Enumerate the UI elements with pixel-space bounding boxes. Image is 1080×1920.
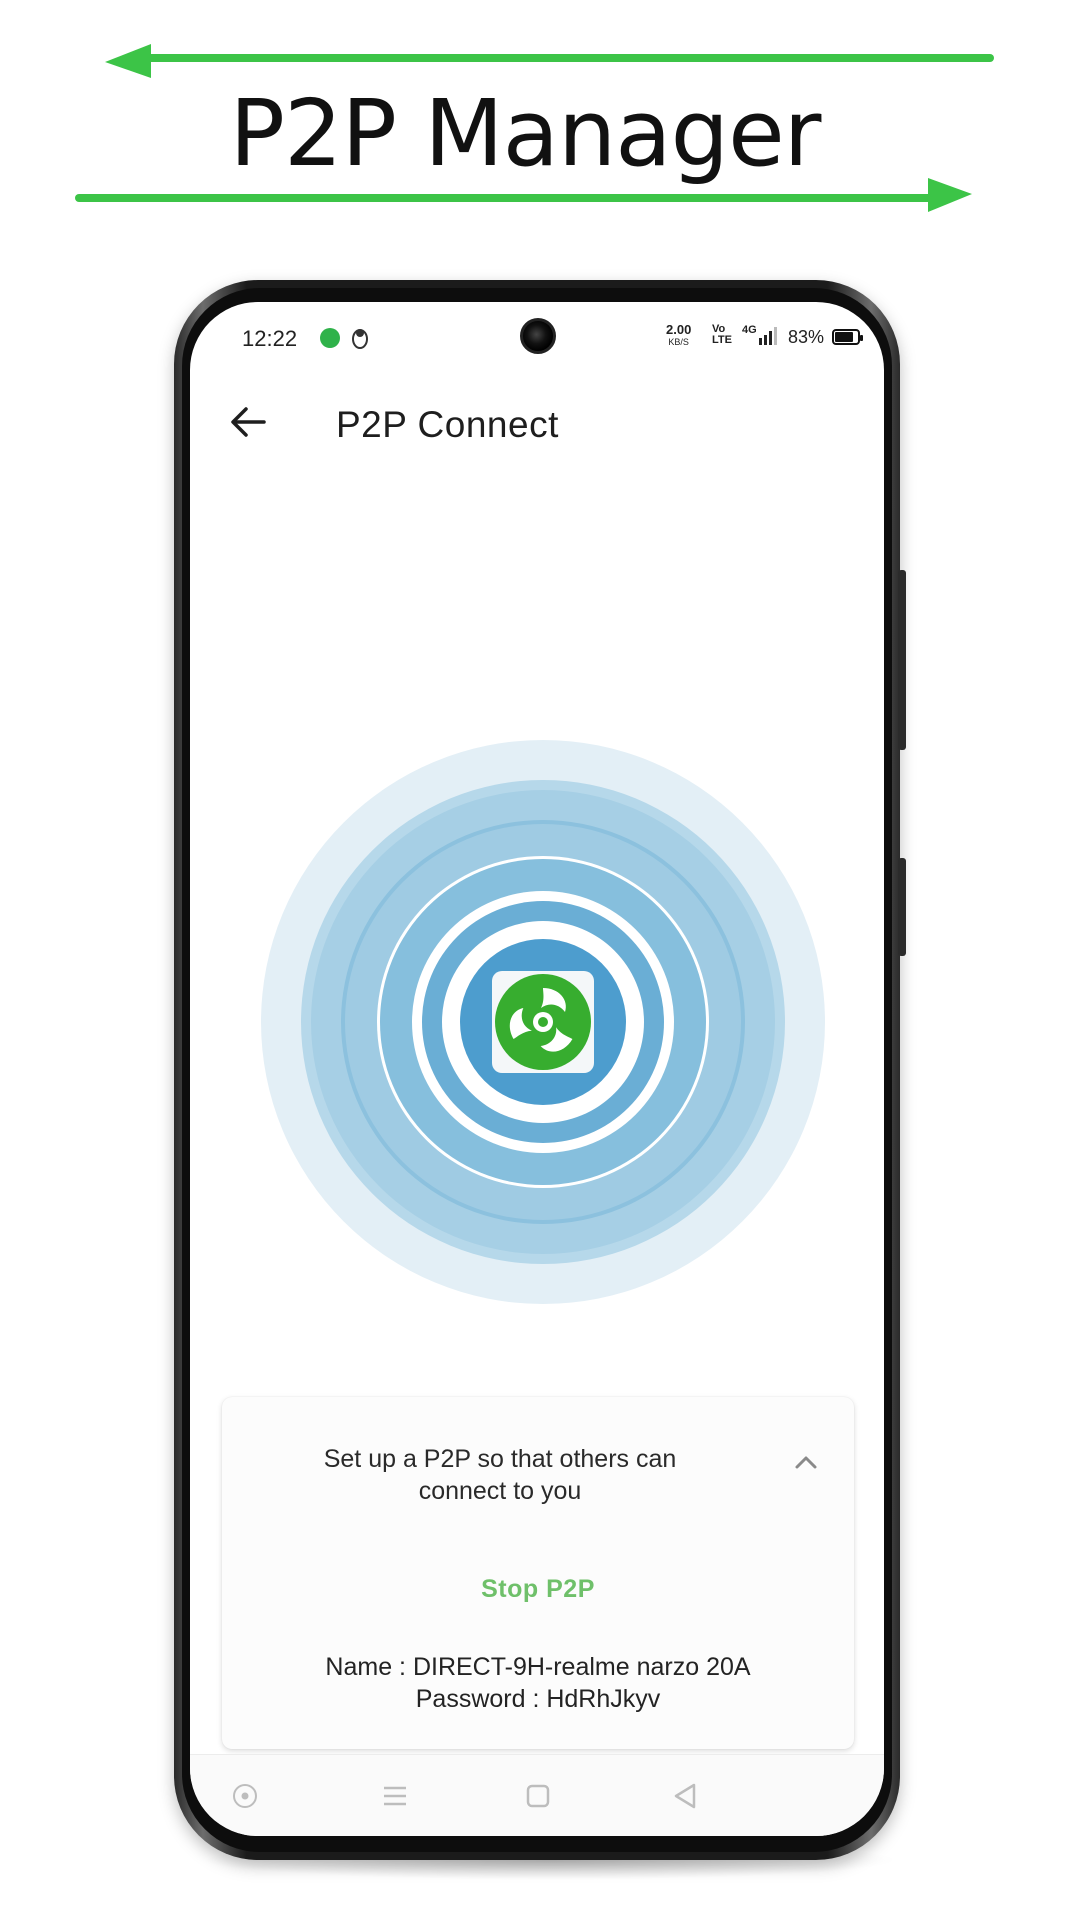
back-arrow-icon[interactable] (226, 400, 270, 444)
volte-badge: Vo LTE (712, 324, 732, 346)
phone-frame: 12:22 2.00 KB/S Vo LTE 4G 83% P2P Connec… (174, 280, 906, 1860)
network-speed-unit: KB/S (668, 337, 689, 347)
menu-icon[interactable] (380, 1781, 410, 1811)
page-title: P2P Connect (336, 404, 559, 445)
network-name: Name : DIRECT-9H-realme narzo 20A (325, 1653, 751, 1681)
phone-screen: 12:22 2.00 KB/S Vo LTE 4G 83% P2P Connec… (190, 302, 884, 1836)
network-speed-value: 2.00 (666, 322, 692, 337)
battery-percent: 83% (788, 327, 825, 347)
back-triangle-icon[interactable] (670, 1781, 700, 1811)
battery-icon (832, 329, 863, 345)
app-notification-icon (320, 328, 340, 348)
card-description: Set up a P2P so that others can connect … (262, 1443, 738, 1507)
penguin-icon (352, 329, 368, 349)
network-password: Password : HdRhJkyv (415, 1685, 661, 1713)
swirl-logo-icon (509, 988, 573, 1052)
p2p-radar-animation (261, 740, 825, 1304)
card-description-line: connect to you (418, 1477, 582, 1505)
p2p-setup-card: Set up a P2P so that others can connect … (222, 1397, 854, 1749)
stop-p2p-button[interactable]: Stop P2P (438, 1567, 638, 1611)
network-speed: 2.00 KB/S (666, 322, 692, 348)
connection-info: Name : DIRECT-9H-realme narzo 20A Passwo… (222, 1651, 854, 1715)
volume-button (898, 858, 906, 956)
home-square-icon[interactable] (523, 1781, 553, 1811)
volte-bottom: LTE (712, 334, 732, 346)
status-time: 12:22 (242, 326, 298, 351)
front-camera (520, 318, 556, 354)
network-type: 4G (742, 324, 757, 336)
circle-dot-icon[interactable] (230, 1781, 260, 1811)
power-button (898, 570, 906, 750)
arrow-left-icon (105, 44, 994, 78)
system-nav-bar (190, 1754, 884, 1836)
app-bar: P2P Connect (190, 382, 884, 462)
signal-icon (759, 327, 777, 345)
banner-title: P2P Manager (229, 80, 822, 187)
promo-stage: P2P Manager 12:22 2.00 KB/S Vo LTE 4G 83… (0, 0, 1080, 1920)
status-bar: 12:22 2.00 KB/S Vo LTE 4G 83% (190, 302, 884, 372)
card-description-line: Set up a P2P so that others can (323, 1445, 677, 1473)
arrow-right-icon (75, 178, 972, 212)
chevron-up-icon[interactable] (792, 1451, 820, 1473)
